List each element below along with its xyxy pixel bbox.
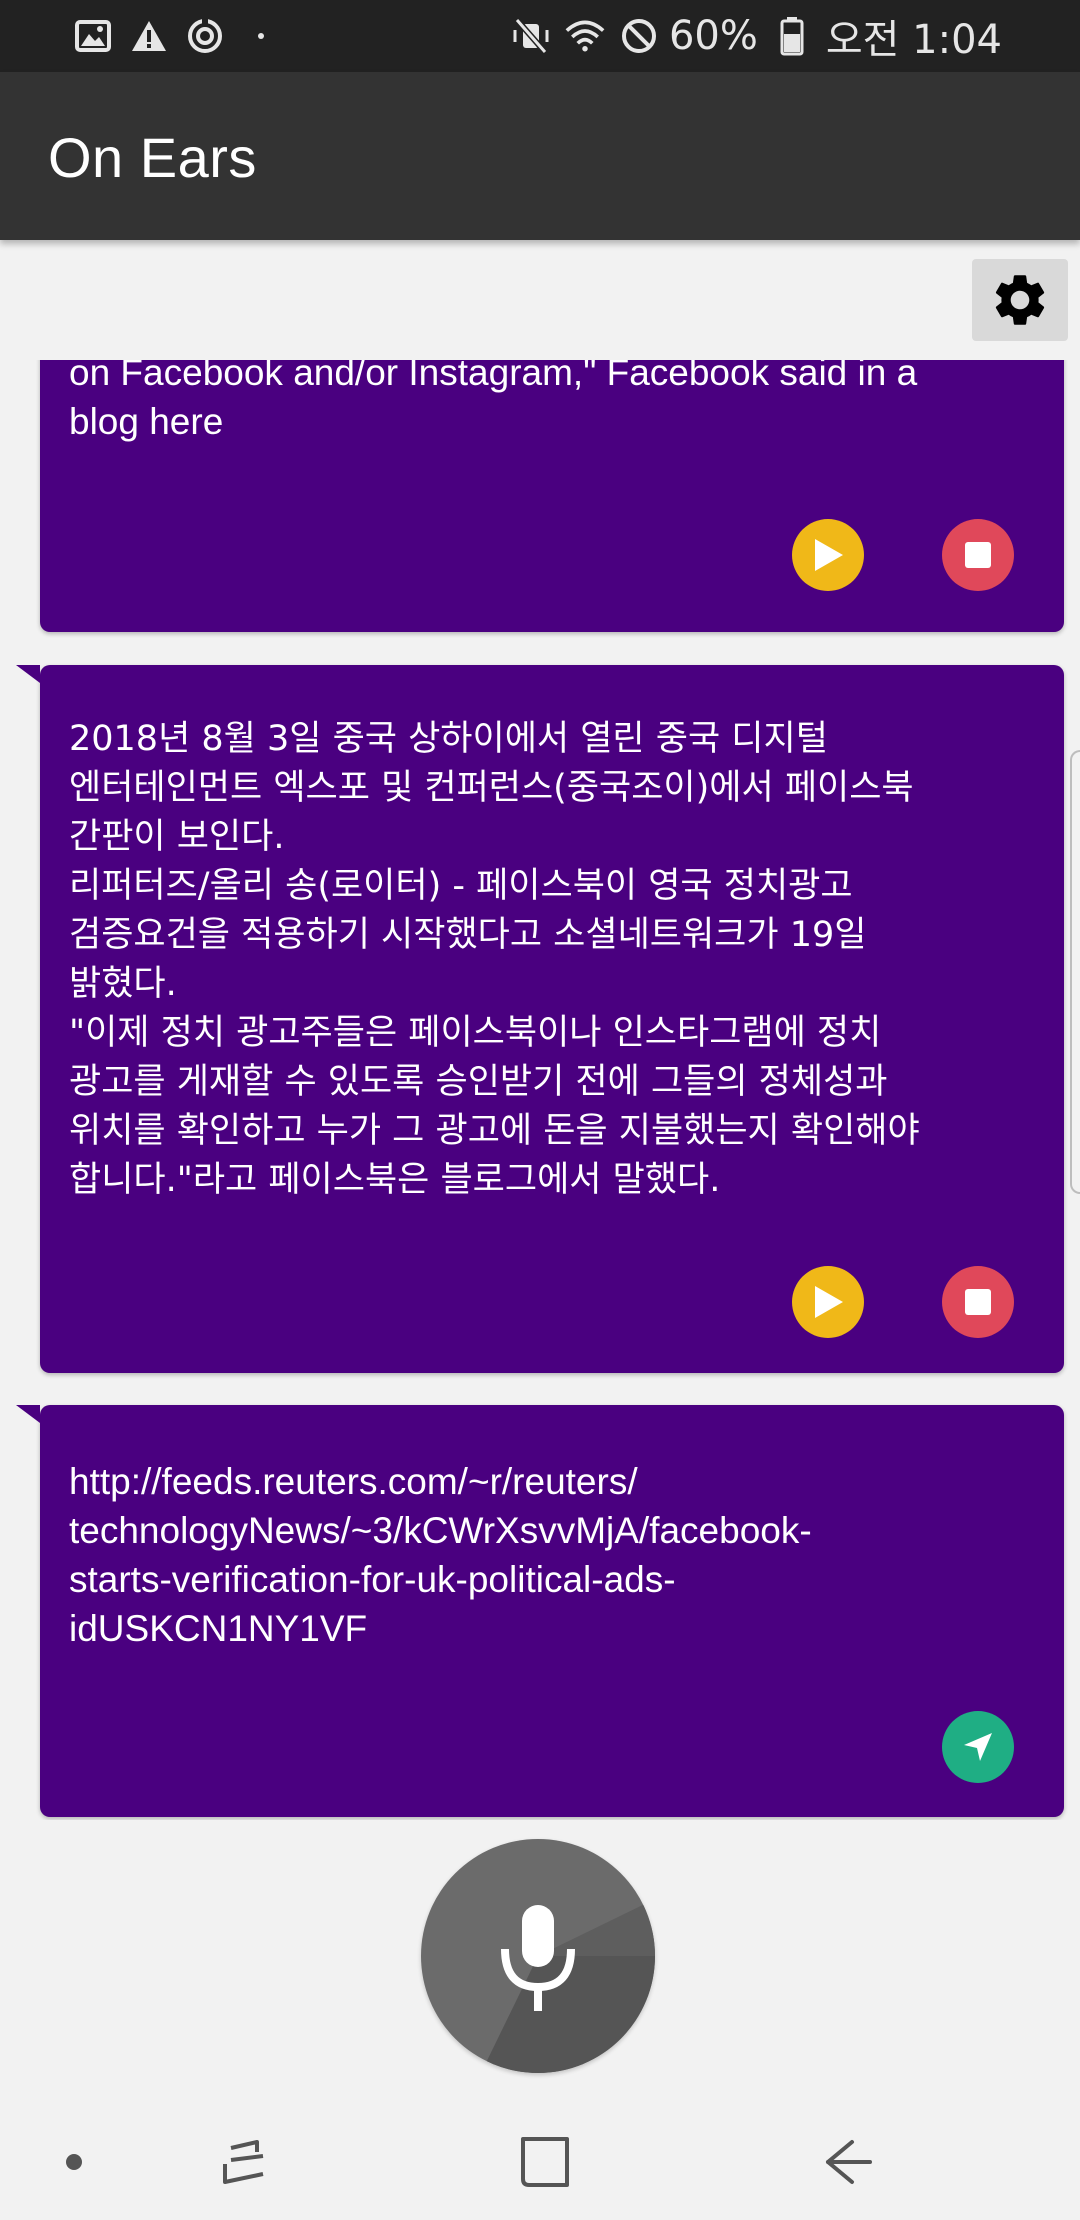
stop-icon (965, 1289, 991, 1315)
message-text: on Facebook and/or Instagram," Facebook … (69, 360, 918, 442)
message-card: 2018년 8월 3일 중국 상하이에서 열린 중국 디지털 엔터테인먼트 엑스… (16, 665, 1064, 1373)
stop-button[interactable] (942, 519, 1014, 591)
nav-dot-button[interactable] (54, 2142, 94, 2182)
battery-percent: 60% (668, 13, 758, 59)
play-icon (815, 539, 843, 571)
message-card: http://feeds.reuters.com/~r/reuters/ tec… (16, 1405, 1064, 1817)
home-button[interactable] (505, 2130, 585, 2194)
microphone-button[interactable] (421, 1839, 655, 2073)
stop-button[interactable] (942, 1266, 1014, 1338)
recent-apps-icon (223, 2140, 264, 2184)
recent-apps-button[interactable] (205, 2130, 285, 2194)
app-title: On Ears (48, 126, 257, 189)
vibrate-mute-icon (511, 16, 551, 56)
wifi-icon (565, 16, 605, 56)
message-card: on Facebook and/or Instagram," Facebook … (40, 360, 1064, 632)
warning-icon (130, 17, 168, 55)
block-icon (619, 16, 659, 56)
battery-icon (772, 16, 812, 56)
play-button[interactable] (792, 519, 864, 591)
settings-button[interactable] (972, 259, 1068, 341)
back-button[interactable] (808, 2130, 888, 2194)
sync-icon (186, 17, 224, 55)
play-icon (815, 1286, 843, 1318)
home-icon (521, 2137, 569, 2187)
microphone-icon (481, 1899, 655, 2073)
status-right-icons: 60% 오전 1:04 (497, 10, 1002, 63)
image-icon (74, 17, 112, 55)
edge-panel-handle[interactable] (1070, 750, 1080, 1194)
back-icon (826, 2140, 872, 2184)
message-link[interactable]: http://feeds.reuters.com/~r/reuters/ tec… (69, 1457, 1034, 1653)
status-bar: 60% 오전 1:04 (0, 0, 1080, 72)
open-link-button[interactable] (942, 1711, 1014, 1783)
app-bar: On Ears (0, 72, 1080, 240)
status-left-icons (74, 14, 298, 58)
gear-icon (995, 275, 1045, 325)
navigate-arrow-icon (964, 1733, 992, 1761)
status-clock: 오전 1:04 (825, 17, 1002, 63)
dot-icon (66, 2154, 82, 2170)
card-tail (16, 1405, 40, 1423)
stop-icon (965, 542, 991, 568)
navigation-bar (0, 2100, 1080, 2220)
message-text: 2018년 8월 3일 중국 상하이에서 열린 중국 디지털 엔터테인먼트 엑스… (69, 719, 920, 1200)
message-feed[interactable]: on Facebook and/or Instagram," Facebook … (0, 360, 1080, 1820)
dot-icon (242, 17, 280, 55)
card-tail (16, 665, 40, 683)
play-button[interactable] (792, 1266, 864, 1338)
